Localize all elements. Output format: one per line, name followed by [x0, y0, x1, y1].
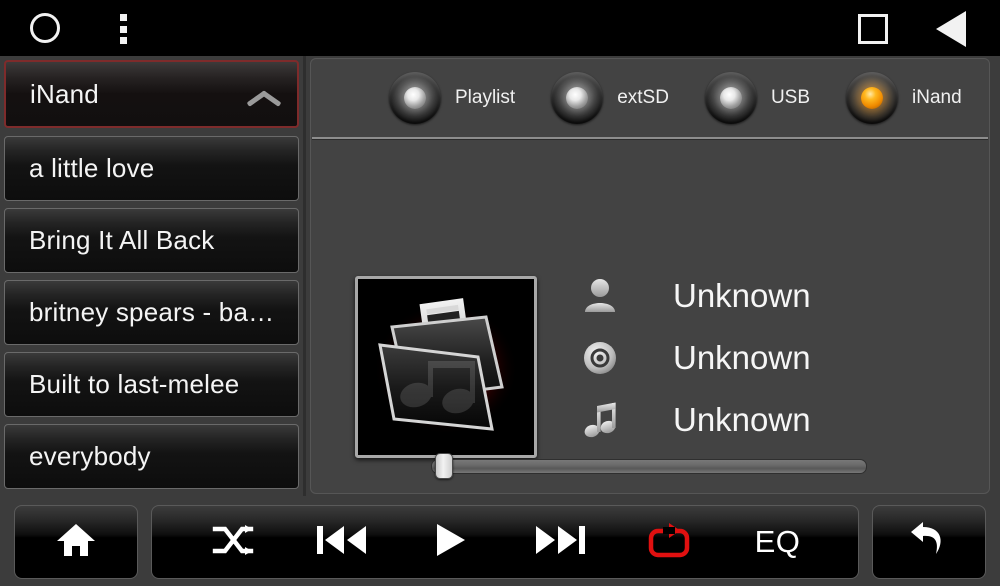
back-arrow-icon	[909, 521, 949, 564]
overflow-menu-icon[interactable]	[118, 14, 128, 44]
repeat-icon	[647, 522, 691, 563]
seek-bar-track[interactable]	[431, 459, 867, 474]
sidebar-divider	[303, 56, 306, 496]
shuffle-button[interactable]	[187, 509, 279, 575]
person-icon	[577, 274, 623, 318]
radio-icon[interactable]	[389, 72, 441, 124]
play-button[interactable]	[405, 509, 497, 575]
music-folder-icon	[355, 276, 537, 458]
triangle-back-icon[interactable]	[936, 11, 966, 47]
track-metadata: Unknown Unknown Unknown	[577, 265, 977, 451]
source-option-label: Playlist	[455, 87, 516, 108]
next-button[interactable]	[514, 509, 606, 575]
title-value: Unknown	[673, 401, 811, 438]
now-playing-area: Unknown Unknown Unknown	[311, 139, 989, 493]
eq-button[interactable]: EQ	[732, 509, 824, 575]
metadata-row-album: Unknown	[577, 327, 977, 389]
list-item-label: a little love	[29, 153, 155, 183]
sidebar-header-inand[interactable]: iNand	[4, 60, 299, 128]
list-item-label: Bring It All Back	[29, 225, 215, 255]
source-option-label: iNand	[912, 87, 962, 108]
media-player-app: iNand a little love Bring It All Back br…	[0, 0, 1000, 586]
metadata-row-title: Unknown	[577, 389, 977, 451]
previous-button[interactable]	[296, 509, 388, 575]
music-note-icon	[577, 398, 623, 442]
disc-icon	[577, 336, 623, 380]
source-option-playlist[interactable]: Playlist	[389, 72, 515, 124]
source-option-label: extSD	[617, 87, 669, 108]
list-item-label: britney spears - ba…	[29, 297, 275, 327]
equalizer-label: EQ	[754, 524, 801, 559]
home-icon	[56, 522, 96, 563]
shuffle-icon	[212, 524, 254, 561]
seek-bar-thumb[interactable]	[435, 453, 453, 479]
list-item[interactable]: britney spears - ba…	[4, 280, 299, 345]
list-item-label: everybody	[29, 441, 151, 471]
list-item[interactable]: Built to last-melee	[4, 352, 299, 417]
radio-icon-selected[interactable]	[846, 72, 899, 124]
source-option-inand[interactable]: iNand	[846, 72, 962, 124]
main-panel: Playlist extSD USB iNand Unknown Unknown…	[310, 58, 990, 494]
seek-bar[interactable]	[423, 453, 875, 479]
home-button[interactable]	[14, 505, 138, 579]
next-track-icon	[534, 523, 586, 562]
circle-icon[interactable]	[30, 13, 60, 43]
square-recents-icon[interactable]	[858, 14, 888, 44]
list-item[interactable]: everybody	[4, 424, 299, 489]
repeat-button[interactable]	[623, 509, 715, 575]
radio-icon[interactable]	[551, 72, 604, 124]
previous-track-icon	[316, 523, 368, 562]
play-icon	[434, 522, 468, 563]
file-browser-sidebar: iNand a little love Bring It All Back br…	[0, 56, 303, 496]
album-value: Unknown	[673, 339, 811, 376]
back-button[interactable]	[872, 505, 986, 579]
source-option-extsd[interactable]: extSD	[551, 72, 669, 124]
artist-value: Unknown	[673, 277, 811, 314]
radio-icon[interactable]	[704, 72, 757, 124]
source-option-usb[interactable]: USB	[704, 72, 811, 124]
chevron-up-icon[interactable]	[249, 88, 275, 114]
list-item-label: Built to last-melee	[29, 369, 240, 399]
android-navigation-bar	[0, 0, 1000, 56]
source-option-label: USB	[770, 87, 811, 108]
source-selector: Playlist extSD USB iNand	[311, 59, 989, 137]
bottom-control-bar: EQ	[0, 498, 1000, 586]
metadata-row-artist: Unknown	[577, 265, 977, 327]
list-item[interactable]: a little love	[4, 136, 299, 201]
transport-controls: EQ	[151, 505, 859, 579]
list-item[interactable]: Bring It All Back	[4, 208, 299, 273]
sidebar-header-label: iNand	[30, 78, 99, 109]
